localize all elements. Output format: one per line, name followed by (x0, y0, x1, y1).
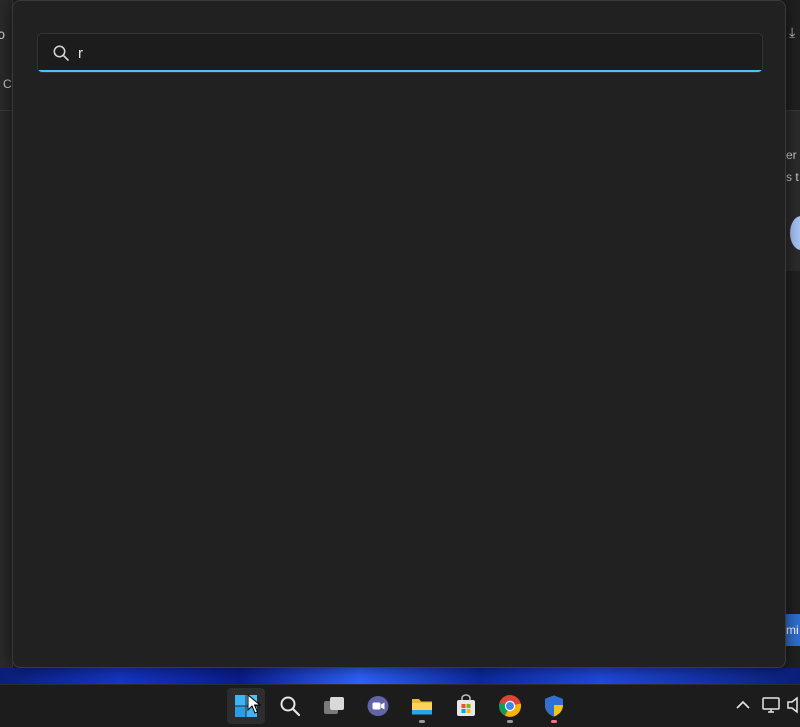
chevron-up-icon (736, 700, 750, 709)
search-icon (280, 696, 301, 717)
background-right-area (786, 0, 800, 668)
background-action-button-label: mi (786, 623, 799, 637)
speaker-icon (787, 696, 798, 714)
security-app-button[interactable] (535, 688, 573, 724)
network-button[interactable] (759, 693, 783, 717)
task-view-icon (324, 697, 344, 714)
desktop-wallpaper (0, 668, 800, 684)
search-flyout (12, 0, 786, 668)
search-icon (53, 45, 69, 61)
file-explorer-button[interactable] (403, 688, 441, 724)
background-divider (0, 110, 12, 111)
shield-icon (545, 695, 563, 717)
microsoft-store-button[interactable] (447, 688, 485, 724)
teams-chat-button[interactable] (359, 688, 397, 724)
taskbar-search-button[interactable] (271, 688, 309, 724)
network-icon (762, 697, 780, 713)
download-icon: ⤓ (789, 24, 796, 40)
refresh-icon: ↄ (0, 26, 5, 42)
folder-icon (412, 699, 432, 715)
mouse-cursor-icon (247, 694, 261, 714)
running-indicator (507, 720, 513, 723)
running-indicator (419, 720, 425, 723)
show-hidden-icons-button[interactable] (731, 693, 755, 717)
search-input[interactable] (78, 40, 738, 66)
background-action-button[interactable]: mi (786, 614, 800, 646)
taskbar (0, 684, 800, 727)
teams-camera-icon (367, 696, 389, 716)
store-bag-icon (457, 694, 475, 716)
search-focus-underline (38, 70, 762, 72)
background-left-text: C (3, 77, 12, 91)
chrome-icon (499, 695, 522, 717)
background-right-text-1: er l (786, 148, 800, 162)
background-right-text-2: s t (786, 170, 799, 184)
chrome-button[interactable] (491, 688, 529, 724)
attention-indicator (551, 720, 557, 723)
volume-button[interactable] (784, 693, 800, 717)
task-view-button[interactable] (315, 688, 353, 724)
search-box[interactable] (37, 33, 763, 73)
